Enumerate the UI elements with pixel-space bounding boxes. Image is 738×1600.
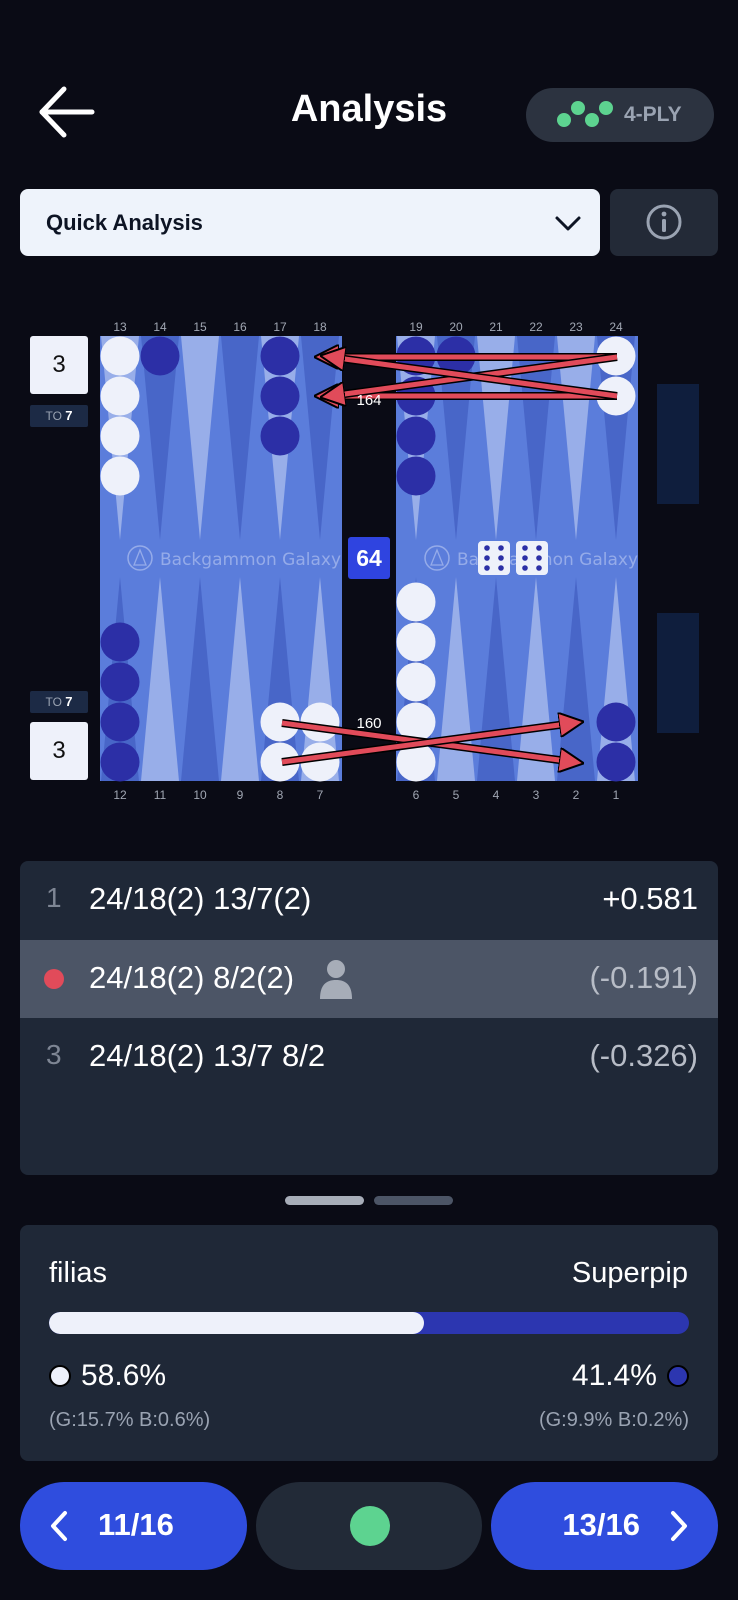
white-checker	[396, 582, 436, 622]
brand-watermark-left: Backgammon Galaxy	[127, 545, 341, 571]
previous-move-label: 11/16	[98, 1507, 174, 1542]
info-button[interactable]	[610, 189, 718, 256]
point-number: 3	[532, 788, 540, 802]
blue-checker	[596, 742, 636, 782]
blue-checker	[396, 456, 436, 496]
status-dot-icon	[350, 1506, 390, 1546]
user-icon	[320, 960, 352, 999]
white-checker	[100, 336, 140, 376]
white-checker	[396, 622, 436, 662]
blue-checker	[100, 622, 140, 662]
point-number: 1	[612, 788, 620, 802]
point-number: 12	[113, 788, 127, 802]
blue-checker	[260, 376, 300, 416]
pip-count-top: 164	[356, 392, 381, 409]
candidate-moves-list: 1 24/18(2) 13/7(2) +0.581 24/18(2) 8/2(2…	[20, 861, 718, 1175]
analysis-type-value: Quick Analysis	[46, 210, 203, 235]
die	[516, 541, 548, 575]
info-icon	[646, 204, 682, 240]
die	[478, 541, 510, 575]
blue-checker	[100, 662, 140, 702]
white-checker	[100, 376, 140, 416]
move-notation: 24/18(2) 13/7 8/2	[89, 1038, 326, 1073]
move-equity: (-0.191)	[589, 960, 698, 995]
point-number: 6	[412, 788, 420, 802]
point-number: 10	[193, 788, 207, 802]
brand-text: Backgammon Galaxy	[160, 550, 341, 570]
previous-move-button[interactable]: 11/16	[20, 1482, 247, 1570]
pip-count-bottom: 160	[356, 715, 381, 732]
point-number: 9	[236, 788, 244, 802]
win-probability-bar	[49, 1312, 689, 1334]
pip-difference-badge: 64	[348, 537, 390, 579]
white-checker	[396, 662, 436, 702]
move-equity: (-0.326)	[589, 1038, 698, 1073]
player1-win-pct: 58.6%	[81, 1359, 167, 1392]
white-checker-icon	[49, 1365, 71, 1387]
blue-checker	[260, 416, 300, 456]
ply-dots-icon	[557, 101, 613, 127]
move-rank: 1	[46, 882, 62, 913]
ply-label: 4-PLY	[624, 103, 682, 126]
move-equity: +0.581	[602, 881, 698, 916]
player2-gammon-backgammon: (G:9.9% B:0.2%)	[538, 1409, 689, 1431]
analysis-type-select[interactable]: Quick Analysis	[20, 189, 600, 256]
move-row-2[interactable]: 24/18(2) 8/2(2) (-0.191)	[20, 940, 718, 1018]
next-move-button[interactable]: 13/16	[491, 1482, 718, 1570]
page-indicator[interactable]	[374, 1196, 453, 1205]
point-number: 7	[316, 788, 324, 802]
current-move-button[interactable]	[256, 1482, 482, 1570]
point-number: 5	[452, 788, 460, 802]
move-notation: 24/18(2) 13/7(2)	[89, 881, 312, 916]
chevron-left-icon	[51, 1511, 67, 1541]
chevron-right-icon	[671, 1511, 687, 1541]
blue-checker	[100, 742, 140, 782]
player2-name: Superpip	[571, 1257, 688, 1289]
move-row-1[interactable]: 1 24/18(2) 13/7(2) +0.581	[20, 861, 718, 939]
white-checker	[100, 416, 140, 456]
player2-win: 41.4%	[572, 1359, 689, 1393]
blue-checker	[100, 702, 140, 742]
point-number: 4	[492, 788, 500, 802]
white-checker	[100, 456, 140, 496]
next-move-label: 13/16	[562, 1507, 640, 1542]
move-notation: 24/18(2) 8/2(2)	[89, 960, 295, 995]
player1-name: filias	[49, 1257, 108, 1289]
white-checker	[300, 702, 340, 742]
played-move-marker	[44, 969, 64, 989]
player1-win: 58.6%	[49, 1359, 166, 1393]
blue-checker	[140, 336, 180, 376]
point-number: 2	[572, 788, 580, 802]
move-row-3[interactable]: 3 24/18(2) 13/7 8/2 (-0.326)	[20, 1018, 718, 1096]
move-rank: 3	[46, 1039, 62, 1070]
page-indicator-active[interactable]	[285, 1196, 364, 1205]
player1-gammon-backgammon: (G:15.7% B:0.6%)	[49, 1409, 211, 1431]
blue-checker	[596, 702, 636, 742]
blue-checker	[260, 336, 300, 376]
ply-level-button[interactable]: 4-PLY	[526, 88, 714, 142]
win-probability-panel: filias Superpip 58.6% 41.4% (G:15.7% B:0…	[20, 1225, 718, 1461]
blue-checker	[396, 416, 436, 456]
player2-win-pct: 41.4%	[571, 1359, 657, 1392]
point-number: 8	[276, 788, 284, 802]
chevron-down-icon	[555, 216, 581, 231]
win-probability-fill	[49, 1312, 425, 1334]
blue-checker-icon	[667, 1365, 689, 1387]
point-number: 11	[153, 788, 167, 802]
